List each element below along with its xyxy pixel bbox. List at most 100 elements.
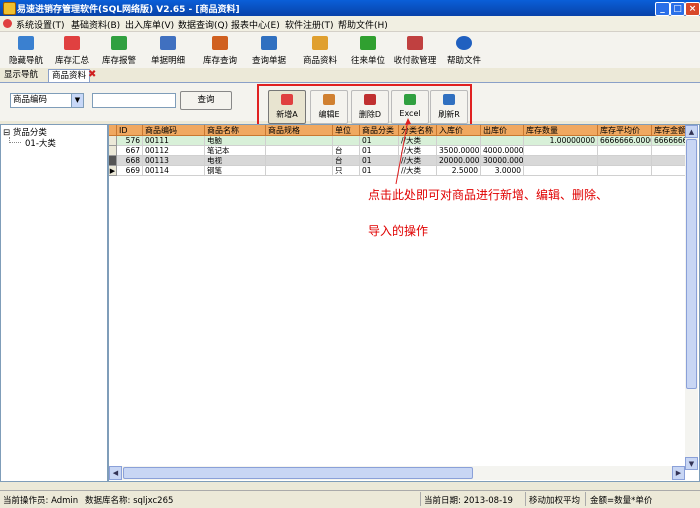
cell-avg-price[interactable] — [598, 146, 652, 156]
menu-basic-data[interactable]: 基础资料(B) — [71, 18, 120, 31]
cell-unit[interactable]: 台 — [333, 146, 360, 156]
chart-icon — [64, 36, 80, 50]
menu-system-settings[interactable]: 系统设置(T) — [16, 18, 65, 31]
order-detail-button[interactable]: 单据明细 — [146, 34, 190, 66]
close-tab-icon[interactable]: ✖ — [88, 69, 96, 81]
chevron-down-icon[interactable]: ▼ — [71, 94, 83, 107]
menu-help[interactable]: 帮助文件(H) — [338, 18, 388, 31]
cell-name[interactable]: 笔记本 — [205, 146, 266, 156]
status-formula: 金额=数量*单价 — [590, 496, 653, 506]
menu-stock-orders[interactable]: 出入库单(V) — [125, 18, 174, 31]
cell-in-price[interactable]: 20000.0000 — [437, 156, 481, 166]
cell-stock-qty[interactable] — [524, 156, 598, 166]
cell-in-price[interactable]: 2.5000 — [437, 166, 481, 176]
cell-out-price[interactable]: 4000.0000 — [481, 146, 524, 156]
close-button[interactable]: × — [685, 2, 700, 16]
query-orders-button[interactable]: 查询单据 — [247, 34, 291, 66]
cell-avg-price[interactable] — [598, 156, 652, 166]
scroll-up-icon[interactable]: ▲ — [685, 125, 698, 138]
search-field-select[interactable]: 商品编码 ▼ — [10, 93, 84, 108]
stock-summary-button[interactable]: 库存汇总 — [50, 34, 94, 66]
cell-out-price[interactable]: 30000.0000 — [481, 156, 524, 166]
cell-stock-qty[interactable] — [524, 146, 598, 156]
stock-query-button[interactable]: 库存查询 — [198, 34, 242, 66]
column-header[interactable]: ID — [117, 125, 143, 136]
horizontal-scrollbar[interactable]: ◀ ▶ — [109, 466, 685, 480]
cell-spec[interactable] — [266, 146, 333, 156]
column-header[interactable]: 库存数量 — [524, 125, 598, 136]
cell-avg-price[interactable]: 6666666.0000 — [598, 136, 652, 146]
tree-item-category[interactable]: 01-大类 — [25, 137, 56, 149]
partners-button[interactable]: 往来单位 — [346, 34, 390, 66]
scroll-left-icon[interactable]: ◀ — [109, 466, 122, 480]
help-icon — [456, 36, 472, 50]
scroll-thumb[interactable] — [686, 139, 697, 389]
cell-spec[interactable] — [266, 136, 333, 146]
cell-in-price[interactable] — [437, 136, 481, 146]
highlight-box — [257, 84, 472, 127]
people-icon — [360, 36, 376, 50]
cell-code[interactable]: 00111 — [143, 136, 205, 146]
tab-product-data[interactable]: 商品资料 — [48, 69, 91, 82]
menu-data-query[interactable]: 数据查询(Q) — [178, 18, 228, 31]
cell-unit[interactable] — [333, 136, 360, 146]
annotation-arrow — [395, 118, 411, 185]
maximize-button[interactable]: □ — [670, 2, 685, 16]
cell-stock-qty[interactable]: 1.00000000 — [524, 136, 598, 146]
cell-code[interactable]: 00114 — [143, 166, 205, 176]
help-file-button[interactable]: 帮助文件 — [442, 34, 486, 66]
minimize-button[interactable]: _ — [655, 2, 670, 16]
cell-spec[interactable] — [266, 166, 333, 176]
tree-line — [9, 142, 21, 144]
cell-code[interactable]: 00113 — [143, 156, 205, 166]
current-row-icon[interactable]: ▶ — [109, 166, 117, 176]
cell-out-price[interactable]: 3.0000 — [481, 166, 524, 176]
cell-id[interactable]: 667 — [117, 146, 143, 156]
cell-avg-price[interactable] — [598, 166, 652, 176]
search-input[interactable] — [92, 93, 176, 108]
cell-unit[interactable]: 只 — [333, 166, 360, 176]
cell-id[interactable]: 668 — [117, 156, 143, 166]
payment-mgmt-button[interactable]: 收付款管理 — [389, 34, 441, 66]
cell-name[interactable]: 电脑 — [205, 136, 266, 146]
document-icon — [160, 36, 176, 50]
hide-nav-button[interactable]: 隐藏导航 — [4, 34, 48, 66]
cell-id[interactable]: 576 — [117, 136, 143, 146]
cell-spec[interactable] — [266, 156, 333, 166]
column-header[interactable]: 商品名称 — [205, 125, 266, 136]
column-header[interactable]: 出库价 — [481, 125, 524, 136]
query-button[interactable]: 查询 — [180, 91, 232, 110]
scroll-right-icon[interactable]: ▶ — [672, 466, 685, 480]
app-menu-icon[interactable] — [3, 19, 12, 28]
column-header[interactable]: 入库价 — [437, 125, 481, 136]
toolbar-label: 商品资料 — [302, 56, 337, 66]
divider — [525, 492, 526, 506]
menu-report-center[interactable]: 报表中心(E) — [231, 18, 280, 31]
toolbar-label: 帮助文件 — [446, 56, 481, 66]
cell-stock-qty[interactable] — [524, 166, 598, 176]
cell-in-price[interactable]: 3500.0000 — [437, 146, 481, 156]
monitor-icon — [18, 36, 34, 50]
cell-name[interactable]: 电视 — [205, 156, 266, 166]
menu-registration[interactable]: 软件注册(T) — [285, 18, 334, 31]
scroll-down-icon[interactable]: ▼ — [685, 457, 698, 470]
cell-out-price[interactable] — [481, 136, 524, 146]
column-header[interactable]: 单位 — [333, 125, 360, 136]
cell-id[interactable]: 669 — [117, 166, 143, 176]
cell-name[interactable]: 钢笔 — [205, 166, 266, 176]
product-data-button[interactable]: 商品资料 — [298, 34, 342, 66]
scroll-thumb[interactable] — [123, 467, 473, 479]
row-indicator[interactable] — [109, 156, 117, 166]
vertical-scrollbar[interactable]: ▲ ▼ — [685, 125, 698, 470]
cell-code[interactable]: 00112 — [143, 146, 205, 156]
column-header[interactable]: 库存平均价 — [598, 125, 652, 136]
column-header[interactable]: 商品编码 — [143, 125, 205, 136]
search-field-value: 商品编码 — [13, 95, 48, 105]
row-indicator[interactable] — [109, 146, 117, 156]
column-header[interactable]: 商品规格 — [266, 125, 333, 136]
stock-alarm-button[interactable]: 库存报警 — [97, 34, 141, 66]
annotation-text: 点击此处即可对商品进行新增、编辑、删除、 — [368, 188, 609, 202]
tab-show-nav[interactable]: 显示导航 — [1, 69, 41, 81]
row-indicator[interactable] — [109, 136, 117, 146]
cell-unit[interactable]: 台 — [333, 156, 360, 166]
